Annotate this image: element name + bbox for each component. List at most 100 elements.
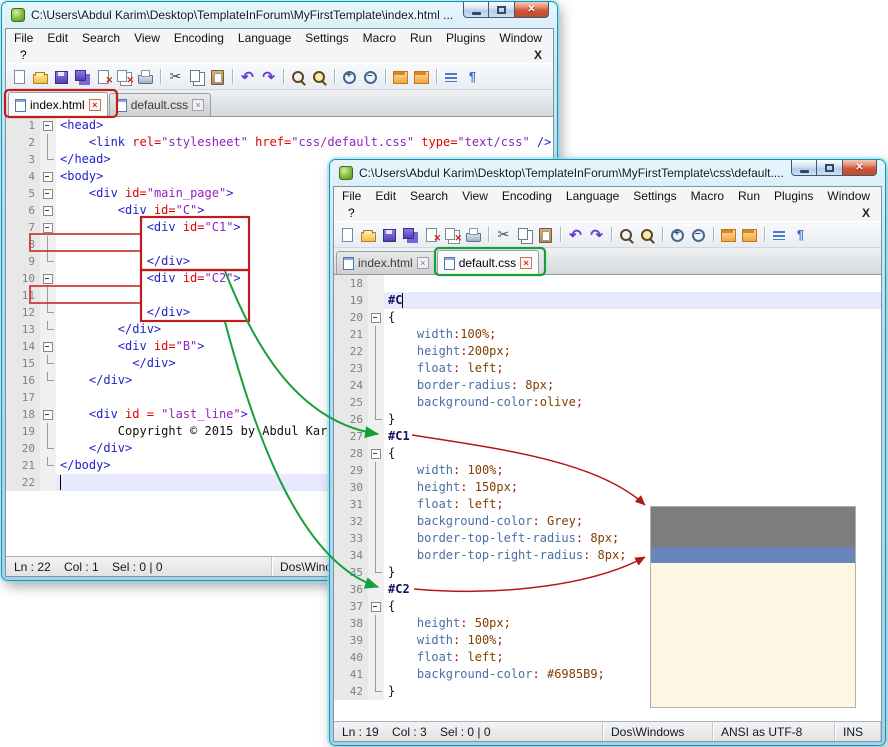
menu-settings[interactable]: Settings bbox=[298, 30, 355, 46]
print-icon[interactable] bbox=[464, 226, 483, 244]
window-a-icon[interactable] bbox=[719, 226, 738, 244]
save-icon[interactable] bbox=[380, 226, 399, 244]
close-all-icon[interactable] bbox=[115, 68, 134, 86]
code-line-27[interactable]: 27#C1 bbox=[334, 428, 881, 445]
code-line-18[interactable]: 18 bbox=[334, 275, 881, 292]
fold-collapse-icon[interactable] bbox=[40, 270, 56, 287]
code-editor-css[interactable]: 1819#C20{21 width:100%;22 height:200px;2… bbox=[334, 275, 881, 721]
undo-icon[interactable]: ↶ bbox=[238, 68, 257, 86]
tab-default.css[interactable]: default.css× bbox=[109, 93, 211, 116]
code-line-26[interactable]: 26} bbox=[334, 411, 881, 428]
redo-icon[interactable]: ↷ bbox=[259, 68, 278, 86]
find-icon[interactable] bbox=[617, 226, 636, 244]
close-icon[interactable] bbox=[422, 226, 441, 244]
paste-icon[interactable] bbox=[536, 226, 555, 244]
menu-macro[interactable]: Macro bbox=[356, 30, 403, 46]
zoom-in-icon[interactable] bbox=[340, 68, 359, 86]
word-wrap-icon[interactable] bbox=[770, 226, 789, 244]
fold-collapse-icon[interactable] bbox=[40, 406, 56, 423]
copy-icon[interactable] bbox=[187, 68, 206, 86]
menu-run[interactable]: Run bbox=[731, 188, 767, 204]
menu-encoding[interactable]: Encoding bbox=[495, 188, 559, 204]
doc-close-x[interactable]: X bbox=[858, 206, 874, 220]
code-line-19[interactable]: 19#C bbox=[334, 292, 881, 309]
code-line-25[interactable]: 25 background-color:olive; bbox=[334, 394, 881, 411]
menu-language[interactable]: Language bbox=[559, 188, 626, 204]
code-line-1[interactable]: 1<head> bbox=[6, 117, 553, 134]
menu-search[interactable]: Search bbox=[403, 188, 455, 204]
fold-collapse-icon[interactable] bbox=[40, 117, 56, 134]
word-wrap-icon[interactable] bbox=[442, 68, 461, 86]
zoom-out-icon[interactable] bbox=[361, 68, 380, 86]
close-button[interactable]: ✕ bbox=[514, 2, 549, 18]
fold-collapse-icon[interactable] bbox=[40, 168, 56, 185]
cut-icon[interactable]: ✂ bbox=[494, 226, 513, 244]
menu-encoding[interactable]: Encoding bbox=[167, 30, 231, 46]
code-line-24[interactable]: 24 border-radius: 8px; bbox=[334, 377, 881, 394]
menu-run[interactable]: Run bbox=[403, 30, 439, 46]
menu-help[interactable]: ? bbox=[341, 205, 362, 221]
menu-macro[interactable]: Macro bbox=[684, 188, 731, 204]
menu-window[interactable]: Window bbox=[492, 30, 549, 46]
maximize-button[interactable] bbox=[817, 160, 842, 176]
new-file-icon[interactable] bbox=[338, 226, 357, 244]
menu-plugins[interactable]: Plugins bbox=[439, 30, 492, 46]
open-icon[interactable] bbox=[359, 226, 378, 244]
menu-file[interactable]: File bbox=[7, 30, 40, 46]
menu-language[interactable]: Language bbox=[231, 30, 298, 46]
maximize-button[interactable] bbox=[489, 2, 514, 18]
menu-edit[interactable]: Edit bbox=[40, 30, 75, 46]
tab-close-icon[interactable]: × bbox=[192, 99, 204, 111]
code-line-22[interactable]: 22 height:200px; bbox=[334, 343, 881, 360]
doc-close-x[interactable]: X bbox=[530, 48, 546, 62]
save-all-icon[interactable] bbox=[401, 226, 420, 244]
menu-view[interactable]: View bbox=[127, 30, 167, 46]
fold-collapse-icon[interactable] bbox=[368, 598, 384, 615]
zoom-in-icon[interactable] bbox=[668, 226, 687, 244]
code-line-28[interactable]: 28{ bbox=[334, 445, 881, 462]
find-icon[interactable] bbox=[289, 68, 308, 86]
tab-close-icon[interactable]: × bbox=[89, 99, 101, 111]
code-line-21[interactable]: 21 width:100%; bbox=[334, 326, 881, 343]
replace-icon[interactable] bbox=[638, 226, 657, 244]
save-icon[interactable] bbox=[52, 68, 71, 86]
fold-collapse-icon[interactable] bbox=[368, 309, 384, 326]
show-all-chars-icon[interactable]: ¶ bbox=[463, 68, 482, 86]
close-all-icon[interactable] bbox=[443, 226, 462, 244]
print-icon[interactable] bbox=[136, 68, 155, 86]
undo-icon[interactable]: ↶ bbox=[566, 226, 585, 244]
code-line-30[interactable]: 30 height: 150px; bbox=[334, 479, 881, 496]
notepad-window-default-css[interactable]: C:\Users\Abdul Karim\Desktop\TemplateInF… bbox=[330, 160, 885, 745]
replace-icon[interactable] bbox=[310, 68, 329, 86]
menu-window[interactable]: Window bbox=[820, 188, 877, 204]
tab-default.css[interactable]: default.css× bbox=[437, 250, 539, 275]
redo-icon[interactable]: ↷ bbox=[587, 226, 606, 244]
menu-plugins[interactable]: Plugins bbox=[767, 188, 820, 204]
menu-settings[interactable]: Settings bbox=[626, 188, 683, 204]
paste-icon[interactable] bbox=[208, 68, 227, 86]
fold-collapse-icon[interactable] bbox=[40, 338, 56, 355]
cut-icon[interactable]: ✂ bbox=[166, 68, 185, 86]
menu-file[interactable]: File bbox=[335, 188, 368, 204]
menu-search[interactable]: Search bbox=[75, 30, 127, 46]
fold-collapse-icon[interactable] bbox=[368, 445, 384, 462]
new-file-icon[interactable] bbox=[10, 68, 29, 86]
show-all-chars-icon[interactable]: ¶ bbox=[791, 226, 810, 244]
code-line-23[interactable]: 23 float: left; bbox=[334, 360, 881, 377]
tab-close-icon[interactable]: × bbox=[520, 257, 532, 269]
fold-collapse-icon[interactable] bbox=[40, 185, 56, 202]
fold-collapse-icon[interactable] bbox=[40, 202, 56, 219]
menu-edit[interactable]: Edit bbox=[368, 188, 403, 204]
window-b-icon[interactable] bbox=[412, 68, 431, 86]
fold-collapse-icon[interactable] bbox=[40, 219, 56, 236]
save-all-icon[interactable] bbox=[73, 68, 92, 86]
code-line-29[interactable]: 29 width: 100%; bbox=[334, 462, 881, 479]
open-icon[interactable] bbox=[31, 68, 50, 86]
menu-help[interactable]: ? bbox=[13, 47, 34, 63]
menu-view[interactable]: View bbox=[455, 188, 495, 204]
code-line-20[interactable]: 20{ bbox=[334, 309, 881, 326]
copy-icon[interactable] bbox=[515, 226, 534, 244]
close-icon[interactable] bbox=[94, 68, 113, 86]
tab-index.html[interactable]: index.html× bbox=[8, 92, 108, 117]
tab-index.html[interactable]: index.html× bbox=[336, 251, 436, 274]
